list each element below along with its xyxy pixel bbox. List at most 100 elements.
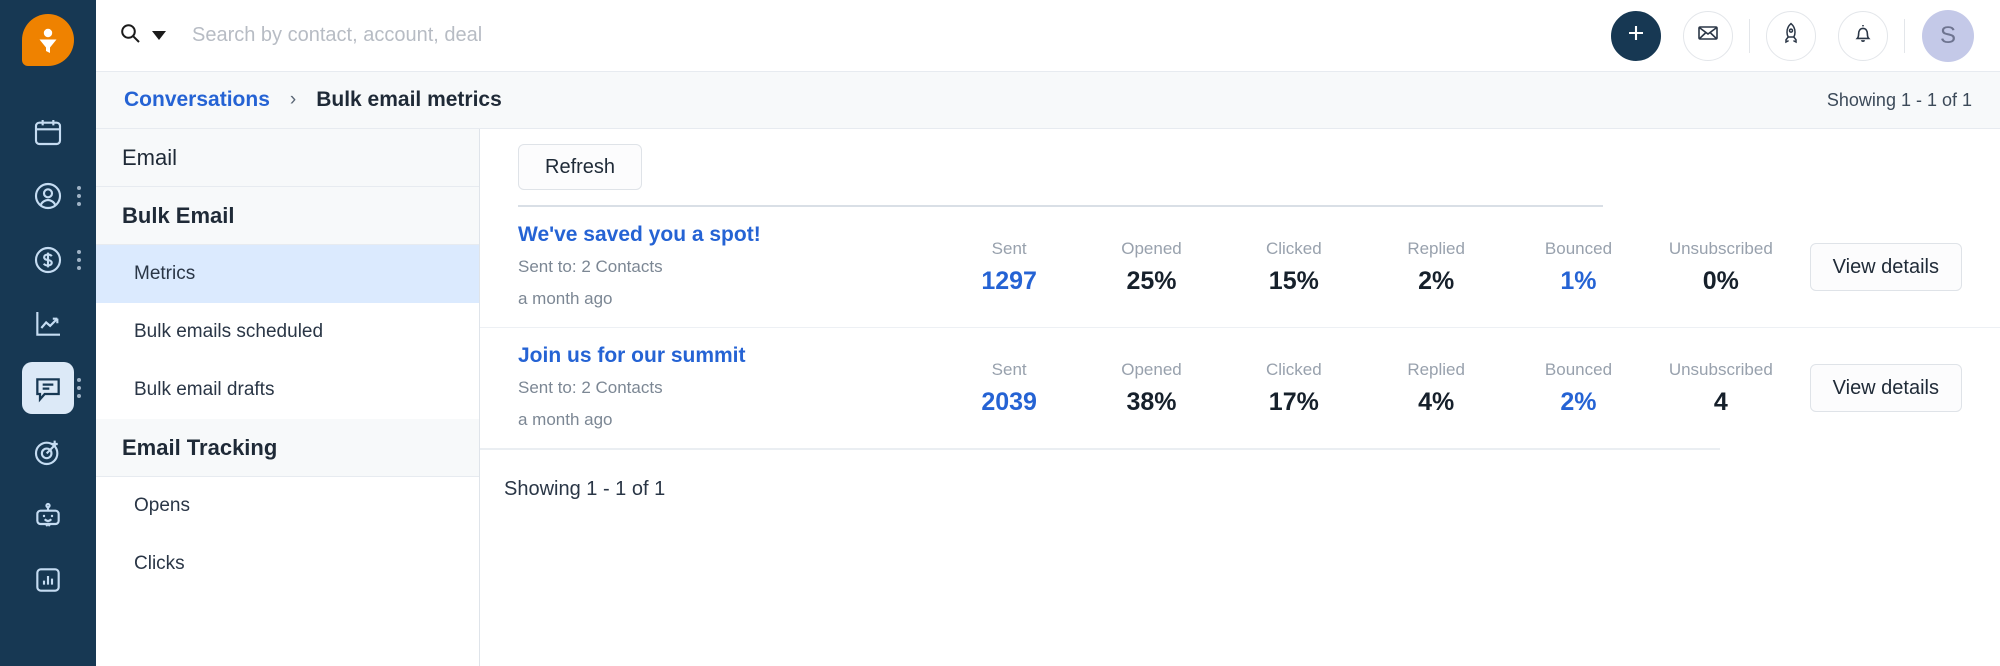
nav-section-bulk-email: Bulk Email: [96, 187, 479, 245]
metric-value: 4%: [1365, 388, 1507, 417]
page-title: Bulk email metrics: [316, 88, 502, 112]
search-input[interactable]: [192, 24, 892, 47]
breadcrumb-showing-count: Showing 1 - 1 of 1: [1827, 90, 1972, 111]
nav-section-label: Email: [122, 145, 177, 171]
metric-value: 38%: [1080, 388, 1222, 417]
metric-sent: Sent 2039: [938, 360, 1080, 417]
rail-item-conversations[interactable]: [0, 356, 96, 420]
avatar-divider: [1904, 19, 1905, 53]
notifications-button[interactable]: [1838, 11, 1888, 61]
rail-overflow-menu-deals[interactable]: [77, 250, 81, 270]
metric-clicked: Clicked 17%: [1223, 360, 1365, 417]
target-plus-icon: [32, 436, 64, 468]
metric-value: 0%: [1650, 267, 1792, 296]
whats-new-button[interactable]: [1766, 11, 1816, 61]
nav-section-email: Email: [96, 129, 479, 187]
robot-icon: [32, 500, 64, 532]
metric-label: Clicked: [1223, 239, 1365, 259]
metric-opened: Opened 25%: [1080, 239, 1222, 296]
metric-bounced: Bounced 2%: [1507, 360, 1649, 417]
rail-item-calendar[interactable]: [0, 100, 96, 164]
row-action-cell: View details: [1792, 243, 1962, 291]
sidebar-item-metrics[interactable]: Metrics: [96, 245, 479, 303]
metric-label: Clicked: [1223, 360, 1365, 380]
row-summary: Join us for our summit Sent to: 2 Contac…: [518, 343, 938, 433]
metric-value[interactable]: 2039: [938, 388, 1080, 417]
metric-label: Replied: [1365, 239, 1507, 259]
table-row[interactable]: We've saved you a spot! Sent to: 2 Conta…: [480, 207, 2000, 327]
freshsales-funnel-logo-icon: [35, 25, 61, 55]
metric-unsubscribed: Unsubscribed 4: [1650, 360, 1792, 417]
calendar-icon: [32, 116, 64, 148]
refresh-button[interactable]: Refresh: [518, 144, 642, 190]
nav-section-label: Bulk Email: [122, 203, 234, 229]
row-metrics: Sent 1297 Opened 25% Clicked 15% Repli: [938, 239, 1792, 296]
metric-value[interactable]: 1297: [938, 267, 1080, 296]
metric-label: Replied: [1365, 360, 1507, 380]
breadcrumb-separator-icon: ›: [290, 89, 296, 111]
rail-overflow-menu-conversations[interactable]: [77, 378, 81, 398]
bell-icon: [1851, 21, 1875, 50]
chevron-down-icon[interactable]: [152, 31, 166, 40]
metric-bounced: Bounced 1%: [1507, 239, 1649, 296]
global-search[interactable]: [118, 21, 1600, 50]
campaign-timestamp: a month ago: [518, 287, 938, 312]
campaign-recipients: Sent to: 2 Contacts: [518, 255, 938, 280]
rail-item-contacts[interactable]: [0, 164, 96, 228]
sidebar-item-clicks[interactable]: Clicks: [96, 535, 479, 593]
metric-replied: Replied 2%: [1365, 239, 1507, 296]
page-body: Email Bulk Email Metrics Bulk emails sch…: [96, 129, 2000, 666]
rail-item-bots[interactable]: [0, 484, 96, 548]
sidebar-item-bulk-emails-scheduled[interactable]: Bulk emails scheduled: [96, 303, 479, 361]
metric-value[interactable]: 1%: [1507, 267, 1649, 296]
nav-section-label: Email Tracking: [122, 435, 277, 461]
line-chart-icon: [32, 308, 64, 340]
rail-item-marketing[interactable]: [0, 420, 96, 484]
rocket-icon: [1779, 21, 1803, 50]
add-button[interactable]: [1611, 11, 1661, 61]
app-logo[interactable]: [22, 14, 74, 66]
metric-label: Sent: [938, 239, 1080, 259]
metric-unsubscribed: Unsubscribed 0%: [1650, 239, 1792, 296]
content-toolbar: Refresh: [480, 129, 2000, 205]
table-row[interactable]: Join us for our summit Sent to: 2 Contac…: [480, 328, 2000, 448]
top-bar-actions: S: [1600, 10, 1974, 62]
metric-value: 17%: [1223, 388, 1365, 417]
metric-value[interactable]: 2%: [1507, 388, 1649, 417]
view-details-button[interactable]: View details: [1810, 364, 1962, 412]
sidebar-item-opens[interactable]: Opens: [96, 477, 479, 535]
row-action-cell: View details: [1792, 364, 1962, 412]
left-icon-rail: [0, 0, 96, 666]
breadcrumb-parent-link[interactable]: Conversations: [124, 88, 270, 112]
metric-value: 4: [1650, 388, 1792, 417]
search-icon[interactable]: [118, 21, 142, 50]
email-nav-panel: Email Bulk Email Metrics Bulk emails sch…: [96, 129, 480, 666]
metrics-content: Refresh We've saved you a spot! Sent to:…: [480, 129, 2000, 666]
row-metrics: Sent 2039 Opened 38% Clicked 17% Repli: [938, 360, 1792, 417]
metric-replied: Replied 4%: [1365, 360, 1507, 417]
metric-value: 15%: [1223, 267, 1365, 296]
metric-sent: Sent 1297: [938, 239, 1080, 296]
view-details-button[interactable]: View details: [1810, 243, 1962, 291]
rail-item-deals[interactable]: [0, 228, 96, 292]
plus-icon: [1624, 21, 1648, 50]
campaign-title-link[interactable]: Join us for our summit: [518, 343, 938, 369]
metric-label: Bounced: [1507, 360, 1649, 380]
row-summary: We've saved you a spot! Sent to: 2 Conta…: [518, 222, 938, 312]
sidebar-item-bulk-email-drafts[interactable]: Bulk email drafts: [96, 361, 479, 419]
bar-chart-box-icon: [32, 564, 64, 596]
campaign-title-link[interactable]: We've saved you a spot!: [518, 222, 938, 248]
rail-overflow-menu-contacts[interactable]: [77, 186, 81, 206]
rail-item-list: [0, 100, 96, 612]
rail-item-reports[interactable]: [0, 292, 96, 356]
app-root: S Conversations › Bulk email metrics Sho…: [0, 0, 2000, 666]
email-button[interactable]: [1683, 11, 1733, 61]
avatar[interactable]: S: [1922, 10, 1974, 62]
campaign-timestamp: a month ago: [518, 408, 938, 433]
metric-clicked: Clicked 15%: [1223, 239, 1365, 296]
metric-label: Opened: [1080, 360, 1222, 380]
metric-label: Opened: [1080, 239, 1222, 259]
chat-bubble-icon: [32, 372, 64, 404]
top-bar: S: [96, 0, 2000, 72]
rail-item-analytics[interactable]: [0, 548, 96, 612]
